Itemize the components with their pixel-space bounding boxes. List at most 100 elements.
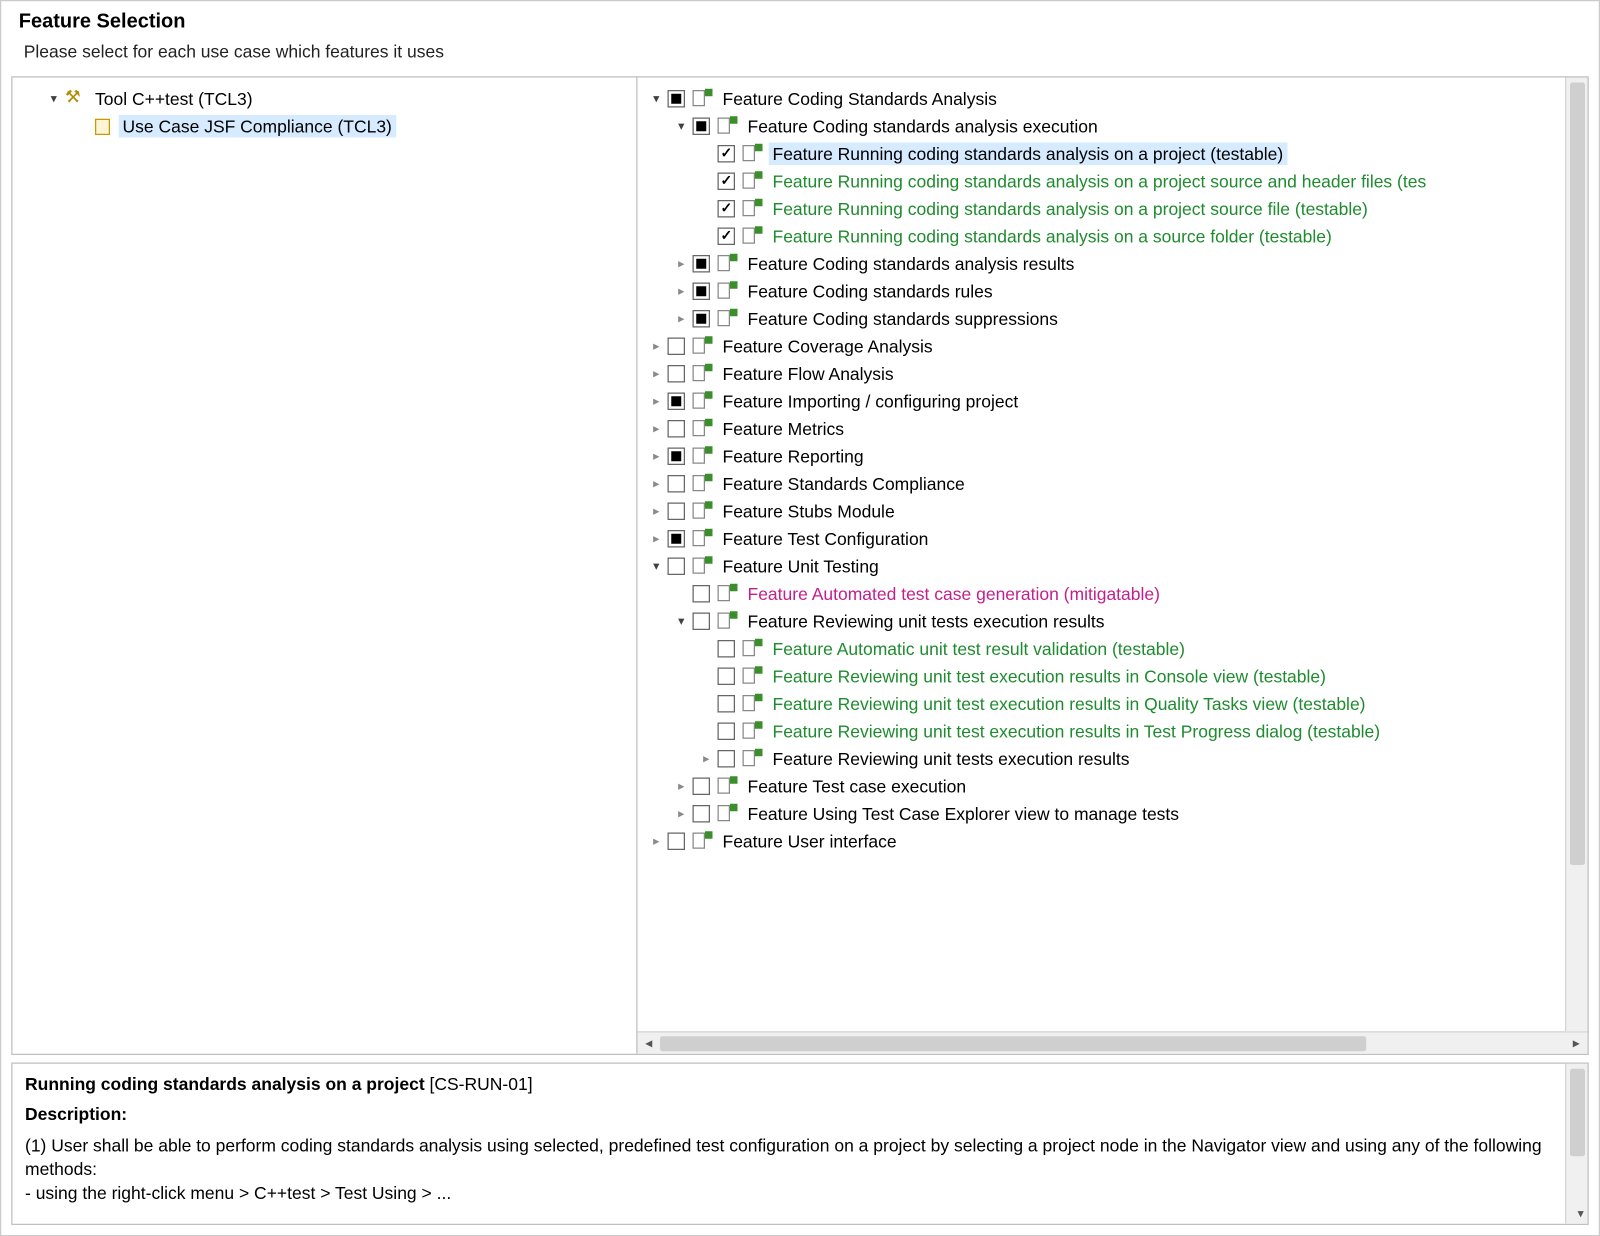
chevron-right-icon[interactable] (648, 834, 666, 848)
chevron-right-icon[interactable] (698, 752, 716, 766)
chevron-right-icon[interactable] (648, 367, 666, 381)
feature-csa-execution[interactable]: Feature Coding standards analysis execut… (673, 113, 1583, 141)
feature-csa-run-project[interactable]: Feature Running coding standards analysi… (698, 140, 1583, 168)
feature-test-case-execution[interactable]: Feature Test case execution (673, 773, 1583, 801)
checkbox-partial[interactable] (668, 448, 686, 466)
checkbox-unchecked[interactable] (668, 420, 686, 438)
chevron-right-icon[interactable] (648, 394, 666, 408)
scrollbar-thumb[interactable] (1570, 83, 1585, 865)
feature-user-interface[interactable]: Feature User interface (648, 828, 1583, 856)
checkbox-partial[interactable] (693, 310, 711, 328)
feature-icon (743, 200, 763, 218)
checkbox-unchecked[interactable] (693, 805, 711, 823)
vertical-scrollbar[interactable] (1565, 78, 1588, 1032)
feature-test-case-explorer[interactable]: Feature Using Test Case Explorer view to… (673, 800, 1583, 828)
checkbox-unchecked[interactable] (668, 338, 686, 356)
feature-csa-run-project-src-hdr[interactable]: Feature Running coding standards analysi… (698, 168, 1583, 196)
vertical-scrollbar[interactable]: ▴ ▾ (1565, 1064, 1588, 1224)
feature-test-configuration[interactable]: Feature Test Configuration (648, 525, 1583, 553)
description-title-id: [CS-RUN-01] (425, 1074, 533, 1094)
checkbox-unchecked[interactable] (693, 778, 711, 796)
chevron-down-icon[interactable] (648, 92, 666, 106)
chevron-right-icon[interactable] (648, 477, 666, 491)
chevron-right-icon[interactable] (648, 422, 666, 436)
chevron-down-icon[interactable] (673, 119, 691, 133)
checkbox-partial[interactable] (668, 393, 686, 411)
chevron-right-icon[interactable] (673, 284, 691, 298)
horizontal-scrollbar[interactable]: ◂ ▸ (638, 1031, 1588, 1054)
checkbox-unchecked[interactable] (668, 503, 686, 521)
feature-csa-run-project-src[interactable]: Feature Running coding standards analysi… (698, 195, 1583, 223)
feature-icon (693, 420, 713, 438)
feature-csa-suppressions[interactable]: Feature Coding standards suppressions (673, 305, 1583, 333)
feature-standards-compliance[interactable]: Feature Standards Compliance (648, 470, 1583, 498)
checkbox-partial[interactable] (693, 255, 711, 273)
checkbox-unchecked[interactable] (718, 723, 736, 741)
checkbox-unchecked[interactable] (668, 833, 686, 851)
checkbox-checked[interactable] (718, 173, 736, 191)
chevron-right-icon[interactable] (648, 339, 666, 353)
feature-stubs-module[interactable]: Feature Stubs Module (648, 498, 1583, 526)
scroll-right-icon[interactable]: ▸ (1565, 1033, 1588, 1053)
feature-coding-standards-analysis[interactable]: Feature Coding Standards Analysis (648, 85, 1583, 113)
feature-icon (718, 283, 738, 301)
usecase-tree[interactable]: Tool C++test (TCL3) Use Case JSF Complia… (18, 85, 632, 140)
feature-csa-results[interactable]: Feature Coding standards analysis result… (673, 250, 1583, 278)
chevron-down-icon[interactable] (673, 614, 691, 628)
checkbox-unchecked[interactable] (718, 750, 736, 768)
feature-reporting[interactable]: Feature Reporting (648, 443, 1583, 471)
checkbox-unchecked[interactable] (668, 475, 686, 493)
checkbox-unchecked[interactable] (668, 558, 686, 576)
feature-label: Feature Test Configuration (719, 528, 932, 551)
usecase-label: Use Case JSF Compliance (TCL3) (119, 115, 396, 138)
checkbox-partial[interactable] (668, 90, 686, 108)
feature-reviewing-unit-results[interactable]: Feature Reviewing unit tests execution r… (673, 608, 1583, 636)
feature-importing[interactable]: Feature Importing / configuring project (648, 388, 1583, 416)
scrollbar-track[interactable] (660, 1033, 1565, 1053)
feature-label: Feature Flow Analysis (719, 363, 898, 386)
scrollbar-thumb[interactable] (1570, 1069, 1585, 1157)
checkbox-unchecked[interactable] (693, 613, 711, 631)
chevron-down-icon[interactable] (45, 92, 63, 106)
chevron-right-icon[interactable] (648, 449, 666, 463)
tree-item-usecase[interactable]: Use Case JSF Compliance (TCL3) (73, 113, 632, 141)
chevron-right-icon[interactable] (648, 532, 666, 546)
feature-icon (743, 640, 763, 658)
feature-auto-testcase-gen[interactable]: Feature Automated test case generation (… (673, 580, 1583, 608)
feature-unit-testing[interactable]: Feature Unit Testing (648, 553, 1583, 581)
checkbox-checked[interactable] (718, 228, 736, 246)
feature-tree[interactable]: Feature Coding Standards Analysis Featur… (643, 85, 1583, 855)
chevron-right-icon[interactable] (673, 257, 691, 271)
checkbox-checked[interactable] (718, 200, 736, 218)
checkbox-unchecked[interactable] (718, 640, 736, 658)
feature-review-quality-tasks[interactable]: Feature Reviewing unit test execution re… (698, 690, 1583, 718)
chevron-right-icon[interactable] (673, 807, 691, 821)
feature-review-test-progress[interactable]: Feature Reviewing unit test execution re… (698, 718, 1583, 746)
feature-metrics[interactable]: Feature Metrics (648, 415, 1583, 443)
scroll-left-icon[interactable]: ◂ (638, 1033, 661, 1053)
main-panes: Tool C++test (TCL3) Use Case JSF Complia… (11, 76, 1589, 1055)
feature-review-console[interactable]: Feature Reviewing unit test execution re… (698, 663, 1583, 691)
scroll-down-icon[interactable]: ▾ (1577, 1208, 1583, 1222)
feature-label: Feature Running coding standards analysi… (769, 225, 1336, 248)
chevron-right-icon[interactable] (673, 312, 691, 326)
tree-item-tool[interactable]: Tool C++test (TCL3) (45, 85, 631, 113)
checkbox-partial[interactable] (668, 530, 686, 548)
checkbox-unchecked[interactable] (693, 585, 711, 603)
scrollbar-thumb[interactable] (660, 1036, 1366, 1051)
feature-coverage-analysis[interactable]: Feature Coverage Analysis (648, 333, 1583, 361)
feature-flow-analysis[interactable]: Feature Flow Analysis (648, 360, 1583, 388)
checkbox-partial[interactable] (693, 283, 711, 301)
checkbox-partial[interactable] (693, 118, 711, 136)
checkbox-unchecked[interactable] (718, 695, 736, 713)
chevron-down-icon[interactable] (648, 559, 666, 573)
checkbox-unchecked[interactable] (718, 668, 736, 686)
chevron-right-icon[interactable] (648, 504, 666, 518)
checkbox-unchecked[interactable] (668, 365, 686, 383)
chevron-right-icon[interactable] (673, 779, 691, 793)
feature-csa-rules[interactable]: Feature Coding standards rules (673, 278, 1583, 306)
feature-csa-run-src-folder[interactable]: Feature Running coding standards analysi… (698, 223, 1583, 251)
feature-reviewing-unit-results-more[interactable]: Feature Reviewing unit tests execution r… (698, 745, 1583, 773)
checkbox-checked[interactable] (718, 145, 736, 163)
feature-auto-unit-result-validation[interactable]: Feature Automatic unit test result valid… (698, 635, 1583, 663)
